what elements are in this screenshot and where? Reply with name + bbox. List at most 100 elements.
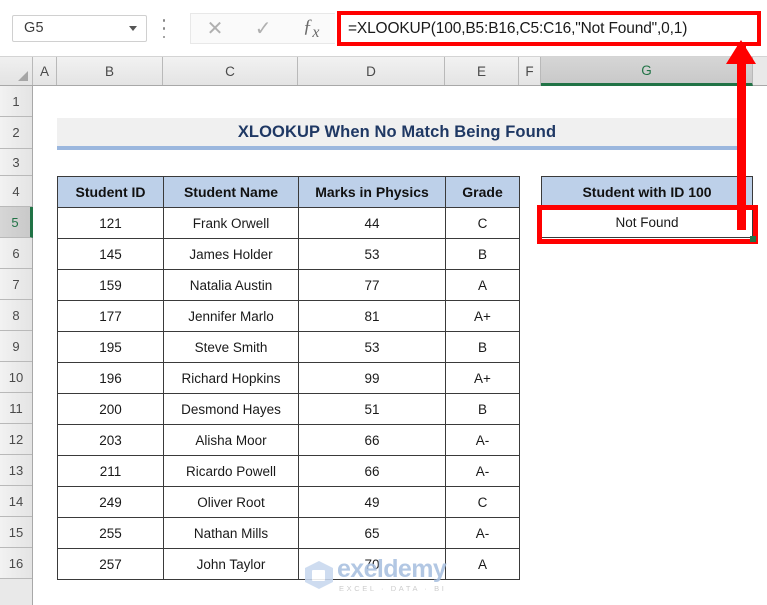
cell-student-id[interactable]: 145	[57, 238, 164, 270]
cell-marks[interactable]: 99	[298, 362, 446, 394]
cell-grade[interactable]: A	[445, 548, 520, 580]
cell-grade[interactable]: A-	[445, 517, 520, 549]
column-header-b[interactable]: B	[57, 57, 163, 85]
watermark-tagline: EXCEL · DATA · BI	[339, 584, 447, 594]
table-row[interactable]: 257 John Taylor 70 A	[57, 548, 520, 580]
cell-marks[interactable]: 70	[298, 548, 446, 580]
cell-student-id[interactable]: 257	[57, 548, 164, 580]
cell-marks[interactable]: 66	[298, 424, 446, 456]
cell-marks[interactable]: 77	[298, 269, 446, 301]
fx-insert-function-icon[interactable]: ƒx	[303, 17, 320, 41]
formula-input[interactable]: =XLOOKUP(100,B5:B16,C5:C16,"Not Found",0…	[337, 11, 761, 46]
cell-grade[interactable]: B	[445, 331, 520, 363]
cell-marks[interactable]: 53	[298, 238, 446, 270]
cell-student-id[interactable]: 203	[57, 424, 164, 456]
cell-marks[interactable]: 53	[298, 331, 446, 363]
row-header-13[interactable]: 13	[0, 455, 32, 486]
row-header-16[interactable]: 16	[0, 548, 32, 579]
row-header-7[interactable]: 7	[0, 269, 32, 300]
cell-marks[interactable]: 51	[298, 393, 446, 425]
kebab-dot	[162, 35, 166, 38]
table-row[interactable]: 159 Natalia Austin 77 A	[57, 269, 520, 301]
cell-student-id[interactable]: 195	[57, 331, 164, 363]
column-header-c[interactable]: C	[163, 57, 298, 85]
cell-grade[interactable]: A-	[445, 424, 520, 456]
table-row[interactable]: 255 Nathan Mills 65 A-	[57, 517, 520, 549]
cell-grade[interactable]: A+	[445, 300, 520, 332]
table-row[interactable]: 211 Ricardo Powell 66 A-	[57, 455, 520, 487]
cell-grade[interactable]: C	[445, 207, 520, 239]
cell-student-name[interactable]: Nathan Mills	[163, 517, 299, 549]
row-header-15[interactable]: 15	[0, 517, 32, 548]
row-header-9[interactable]: 9	[0, 331, 32, 362]
column-header-e[interactable]: E	[445, 57, 519, 85]
table-row[interactable]: 196 Richard Hopkins 99 A+	[57, 362, 520, 394]
cell-student-name[interactable]: Jennifer Marlo	[163, 300, 299, 332]
cell-student-name[interactable]: Ricardo Powell	[163, 455, 299, 487]
table-row[interactable]: 145 James Holder 53 B	[57, 238, 520, 270]
column-header-g[interactable]: G	[541, 57, 753, 86]
column-header-d[interactable]: D	[298, 57, 445, 85]
cell-grade[interactable]: A-	[445, 455, 520, 487]
table-row[interactable]: 121 Frank Orwell 44 C	[57, 207, 520, 239]
column-header-f[interactable]: F	[519, 57, 541, 85]
cell-student-id[interactable]: 177	[57, 300, 164, 332]
cell-grade[interactable]: A+	[445, 362, 520, 394]
table-row[interactable]: 177 Jennifer Marlo 81 A+	[57, 300, 520, 332]
confirm-check-icon[interactable]: ✓	[255, 19, 272, 39]
cell-student-name[interactable]: John Taylor	[163, 548, 299, 580]
cell-grade[interactable]: A	[445, 269, 520, 301]
cell-grade[interactable]: B	[445, 238, 520, 270]
column-header-bar: A B C D E F G	[0, 57, 767, 86]
cell-marks[interactable]: 65	[298, 517, 446, 549]
row-header-8[interactable]: 8	[0, 300, 32, 331]
chevron-down-icon[interactable]	[129, 26, 137, 31]
row-header-11[interactable]: 11	[0, 393, 32, 424]
column-header-student-id: Student ID	[57, 176, 164, 208]
cell-student-id[interactable]: 159	[57, 269, 164, 301]
table-row[interactable]: 200 Desmond Hayes 51 B	[57, 393, 520, 425]
row-header-3[interactable]: 3	[0, 149, 32, 176]
row-header-5[interactable]: 5	[0, 207, 33, 238]
cell-grade[interactable]: B	[445, 393, 520, 425]
cell-student-id[interactable]: 196	[57, 362, 164, 394]
cell-student-name[interactable]: Desmond Hayes	[163, 393, 299, 425]
name-box[interactable]: G5	[12, 15, 147, 42]
cell-marks[interactable]: 44	[298, 207, 446, 239]
cell-student-id[interactable]: 249	[57, 486, 164, 518]
table-row[interactable]: 203 Alisha Moor 66 A-	[57, 424, 520, 456]
select-all-corner[interactable]	[0, 57, 33, 85]
cell-grade[interactable]: C	[445, 486, 520, 518]
row-header-1[interactable]: 1	[0, 86, 32, 117]
cell-marks[interactable]: 49	[298, 486, 446, 518]
table-header-row: Student ID Student Name Marks in Physics…	[57, 176, 520, 208]
cell-student-id[interactable]: 211	[57, 455, 164, 487]
cell-student-name[interactable]: Oliver Root	[163, 486, 299, 518]
lookup-result-cell-g5[interactable]: Not Found	[541, 207, 753, 238]
column-header-student-name: Student Name	[163, 176, 299, 208]
row-header-6[interactable]: 6	[0, 238, 32, 269]
row-header-10[interactable]: 10	[0, 362, 32, 393]
cell-student-id[interactable]: 255	[57, 517, 164, 549]
formula-bar-strip: G5 ✕ ✓ ƒx =XLOOKUP(100,B5:B16,C5:C16,"No…	[0, 0, 767, 57]
table-row[interactable]: 195 Steve Smith 53 B	[57, 331, 520, 363]
cell-student-name[interactable]: Alisha Moor	[163, 424, 299, 456]
cell-student-name[interactable]: Steve Smith	[163, 331, 299, 363]
cell-student-name[interactable]: Frank Orwell	[163, 207, 299, 239]
column-header-a[interactable]: A	[33, 57, 57, 85]
cell-student-name[interactable]: James Holder	[163, 238, 299, 270]
table-row[interactable]: 249 Oliver Root 49 C	[57, 486, 520, 518]
more-options-kebab-icon[interactable]	[158, 19, 170, 38]
row-header-14[interactable]: 14	[0, 486, 32, 517]
cancel-x-icon[interactable]: ✕	[207, 19, 224, 39]
row-header-2[interactable]: 2	[0, 117, 32, 149]
cell-student-name[interactable]: Natalia Austin	[163, 269, 299, 301]
row-header-12[interactable]: 12	[0, 424, 32, 455]
cell-marks[interactable]: 66	[298, 455, 446, 487]
cell-student-id[interactable]: 200	[57, 393, 164, 425]
table-body: 121 Frank Orwell 44 C 145 James Holder 53 B 15…	[57, 207, 520, 580]
cell-marks[interactable]: 81	[298, 300, 446, 332]
cell-student-name[interactable]: Richard Hopkins	[163, 362, 299, 394]
row-header-4[interactable]: 4	[0, 176, 32, 207]
cell-student-id[interactable]: 121	[57, 207, 164, 239]
